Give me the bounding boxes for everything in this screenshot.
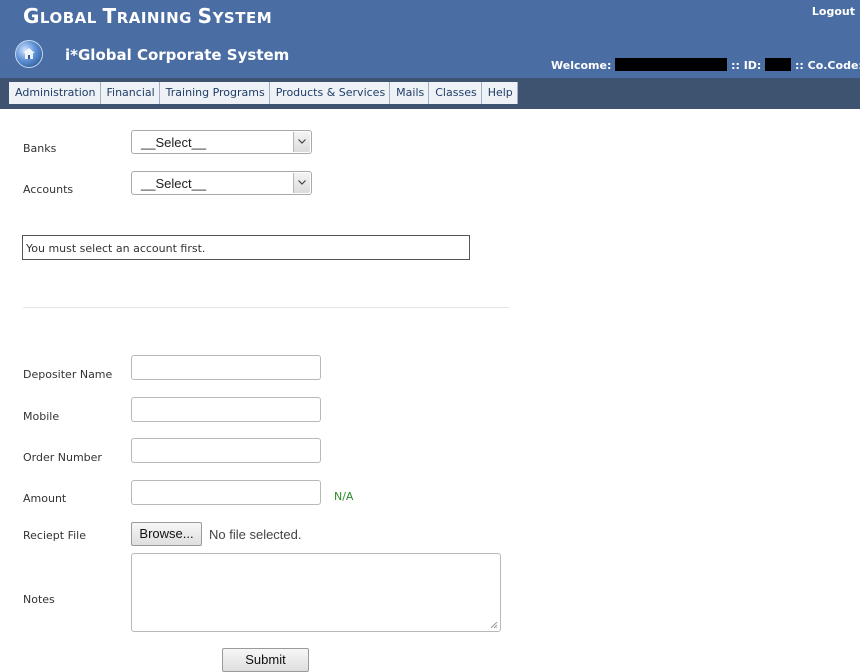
mobile-input[interactable] bbox=[131, 397, 321, 422]
globe-house-icon bbox=[15, 40, 43, 68]
brand-title: GLOBAL TRAINING SYSTEM bbox=[23, 4, 272, 28]
nav-menu: Administration Financial Training Progra… bbox=[9, 82, 518, 104]
notes-label: Notes bbox=[23, 593, 55, 606]
account-message: You must select an account first. bbox=[26, 242, 206, 255]
cocode-label: :: Co.Code: bbox=[795, 59, 860, 72]
system-name: i*Global Corporate System bbox=[65, 46, 290, 64]
no-file-status: No file selected. bbox=[209, 527, 302, 542]
nav-item-help[interactable]: Help bbox=[481, 82, 518, 104]
amount-label: Amount bbox=[23, 492, 67, 505]
section-divider bbox=[23, 307, 509, 308]
order-number-label: Order Number bbox=[23, 451, 102, 464]
id-label: :: ID: bbox=[731, 59, 762, 72]
welcome-label: Welcome: bbox=[551, 59, 612, 72]
notes-textarea[interactable] bbox=[131, 553, 501, 632]
nav-item-mails[interactable]: Mails bbox=[390, 82, 430, 104]
banks-select[interactable]: __Select__ bbox=[131, 130, 312, 154]
redacted-username bbox=[615, 58, 728, 71]
logout-link[interactable]: Logout bbox=[812, 5, 855, 18]
banks-select-value: __Select__ bbox=[141, 135, 207, 150]
brand-part: RAINING bbox=[116, 9, 198, 27]
nav-item-classes[interactable]: Classes bbox=[429, 82, 482, 104]
nav-item-training-programs[interactable]: Training Programs bbox=[159, 82, 270, 104]
account-message-box: You must select an account first. bbox=[22, 235, 470, 260]
brand-part: YSTEM bbox=[212, 9, 273, 27]
amount-input[interactable] bbox=[131, 480, 321, 505]
redacted-id bbox=[765, 58, 792, 71]
brand-part: LOBAL bbox=[39, 9, 103, 27]
resize-grip-icon[interactable] bbox=[490, 621, 498, 629]
house-icon bbox=[23, 48, 35, 59]
browse-button[interactable]: Browse... bbox=[131, 522, 202, 546]
amount-hint: N/A bbox=[334, 490, 354, 503]
brand-letter: S bbox=[197, 4, 213, 28]
depositer-name-label: Depositer Name bbox=[23, 368, 113, 381]
welcome-bar: Welcome: :: ID: :: Co.Code: bbox=[551, 58, 860, 72]
mobile-label: Mobile bbox=[23, 410, 60, 423]
order-number-input[interactable] bbox=[131, 438, 321, 463]
nav-item-financial[interactable]: Financial bbox=[100, 82, 160, 104]
submit-button[interactable]: Submit bbox=[222, 648, 309, 672]
app-header: GLOBAL TRAINING SYSTEM Logout i*Global C… bbox=[0, 0, 860, 78]
accounts-select-value: __Select__ bbox=[141, 176, 207, 191]
brand-letter: G bbox=[23, 4, 40, 28]
main-nav: Administration Financial Training Progra… bbox=[0, 78, 860, 109]
receipt-file-label: Reciept File bbox=[23, 529, 86, 542]
chevron-down-icon bbox=[293, 132, 310, 152]
chevron-down-icon bbox=[293, 173, 310, 193]
nav-item-products-services[interactable]: Products & Services bbox=[269, 82, 391, 104]
accounts-select[interactable]: __Select__ bbox=[131, 171, 312, 195]
nav-item-administration[interactable]: Administration bbox=[9, 82, 101, 104]
depositer-name-input[interactable] bbox=[131, 355, 321, 380]
brand-letter: T bbox=[102, 4, 117, 28]
banks-label: Banks bbox=[23, 142, 57, 155]
accounts-label: Accounts bbox=[23, 183, 74, 196]
